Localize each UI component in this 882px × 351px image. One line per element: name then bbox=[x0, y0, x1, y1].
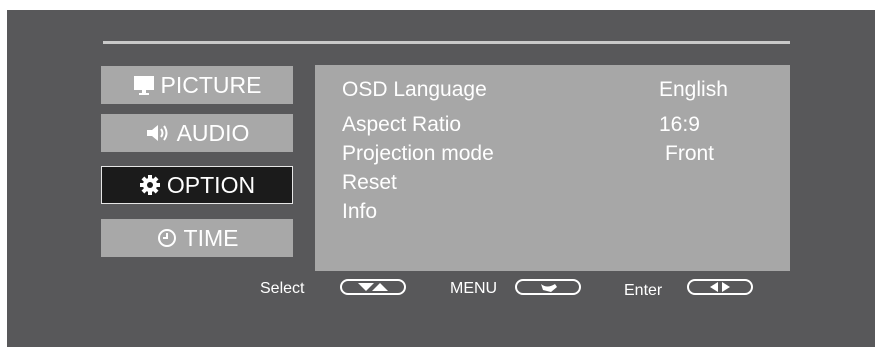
osd-menu: PICTURE AUDIO OPTION TIME OSD Language E… bbox=[7, 10, 875, 347]
hint-menu-label: MENU bbox=[450, 280, 498, 297]
menu-item-option[interactable]: OPTION bbox=[101, 166, 293, 204]
top-divider bbox=[103, 41, 790, 44]
option-osd-language-value: English bbox=[659, 78, 728, 101]
monitor-icon bbox=[133, 74, 155, 96]
down-up-arrows-icon bbox=[358, 283, 388, 291]
menu-item-picture[interactable]: PICTURE bbox=[101, 66, 293, 104]
menu-item-label: AUDIO bbox=[176, 119, 250, 146]
menu-item-label: PICTURE bbox=[160, 71, 262, 98]
gear-icon bbox=[139, 174, 161, 196]
option-projection-mode-value: Front bbox=[665, 142, 715, 165]
hint-enter-label: Enter bbox=[624, 282, 663, 299]
clock-icon bbox=[156, 227, 178, 249]
option-aspect-ratio[interactable]: Aspect Ratio bbox=[342, 113, 461, 137]
hint-select-label: Select bbox=[260, 280, 305, 297]
left-right-arrows-icon bbox=[710, 282, 730, 292]
menu-item-label: OPTION bbox=[166, 171, 256, 198]
menu-item-audio[interactable]: AUDIO bbox=[101, 114, 293, 152]
option-panel: OSD Language English Aspect Ratio 16:9 P… bbox=[315, 65, 790, 271]
option-aspect-ratio-value: 16:9 bbox=[659, 113, 700, 136]
option-info[interactable]: Info bbox=[342, 200, 377, 224]
menu-item-time[interactable]: TIME bbox=[101, 219, 293, 257]
return-arrow-icon bbox=[541, 284, 557, 292]
option-projection-mode[interactable]: Projection mode bbox=[342, 142, 494, 166]
speaker-icon bbox=[145, 122, 171, 144]
menu-item-label: TIME bbox=[183, 224, 239, 251]
menu-key bbox=[515, 279, 581, 295]
option-reset[interactable]: Reset bbox=[342, 171, 397, 195]
select-key bbox=[340, 279, 406, 295]
enter-key bbox=[687, 279, 753, 295]
option-osd-language[interactable]: OSD Language bbox=[342, 78, 487, 102]
